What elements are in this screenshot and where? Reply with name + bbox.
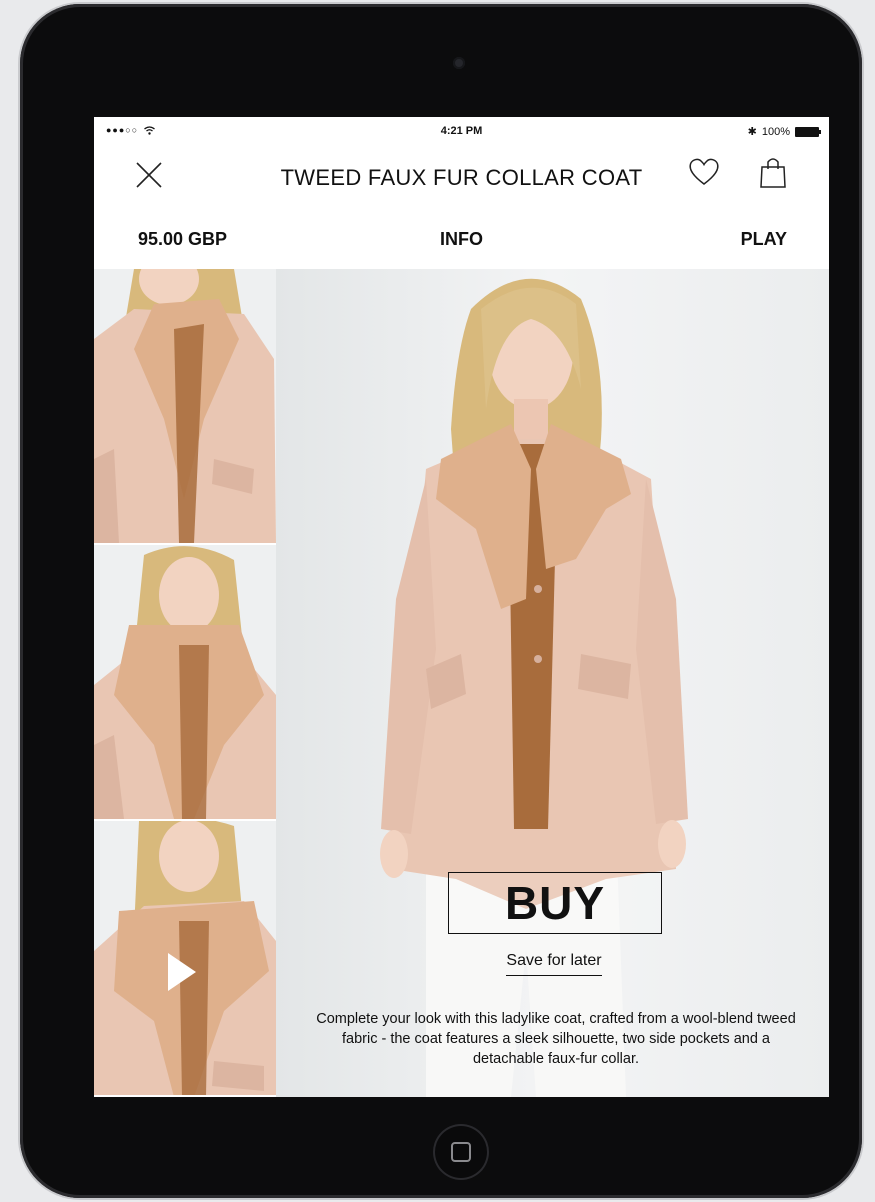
status-bar: ●●●○○ 4:21 PM ✱ 100% [94,117,829,147]
ipad-frame: ●●●○○ 4:21 PM ✱ 100% TWEED FAUX FUR COLL… [20,4,862,1198]
heart-icon[interactable] [688,157,720,187]
buy-button[interactable]: BUY [448,872,662,934]
product-subnav: 95.00 GBP INFO PLAY [94,217,829,261]
app-header: TWEED FAUX FUR COLLAR COAT [94,147,829,207]
home-square-icon [451,1142,471,1162]
shopping-bag-icon[interactable] [758,155,788,189]
product-description: Complete your look with this ladylike co… [316,1011,796,1067]
app-screen: ●●●○○ 4:21 PM ✱ 100% TWEED FAUX FUR COLL… [94,117,829,1097]
bluetooth-icon: ✱ [747,126,757,138]
status-time: 4:21 PM [440,125,483,137]
thumbnail-2[interactable] [94,545,276,819]
thumbnail-1[interactable] [94,269,276,543]
battery-icon [795,126,821,137]
front-camera [453,57,465,69]
thumbnail-strip [94,269,276,1097]
info-tab[interactable]: INFO [94,229,829,250]
battery-percent: 100% [761,125,790,138]
home-button[interactable] [433,1124,489,1180]
save-for-later-link[interactable]: Save for later [94,952,829,976]
play-tab[interactable]: PLAY [741,229,787,250]
